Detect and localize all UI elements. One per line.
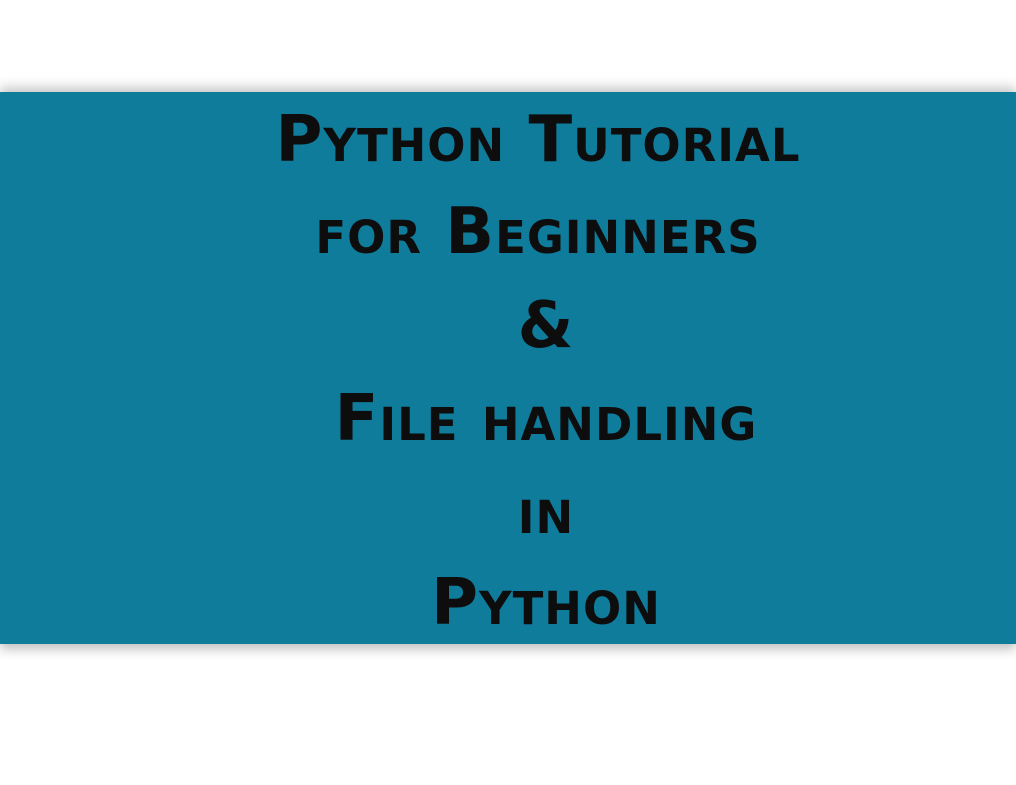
title-line-3: & (517, 289, 575, 363)
title-line-4: File handling (334, 382, 758, 456)
title-line-1: Python Tutorial (275, 103, 801, 177)
title-line-6: Python (431, 566, 661, 640)
title-line-5: in (517, 475, 575, 549)
slide: Python Tutorial for Beginners & File han… (0, 0, 1016, 785)
title-line-2: for Beginners (315, 195, 761, 269)
